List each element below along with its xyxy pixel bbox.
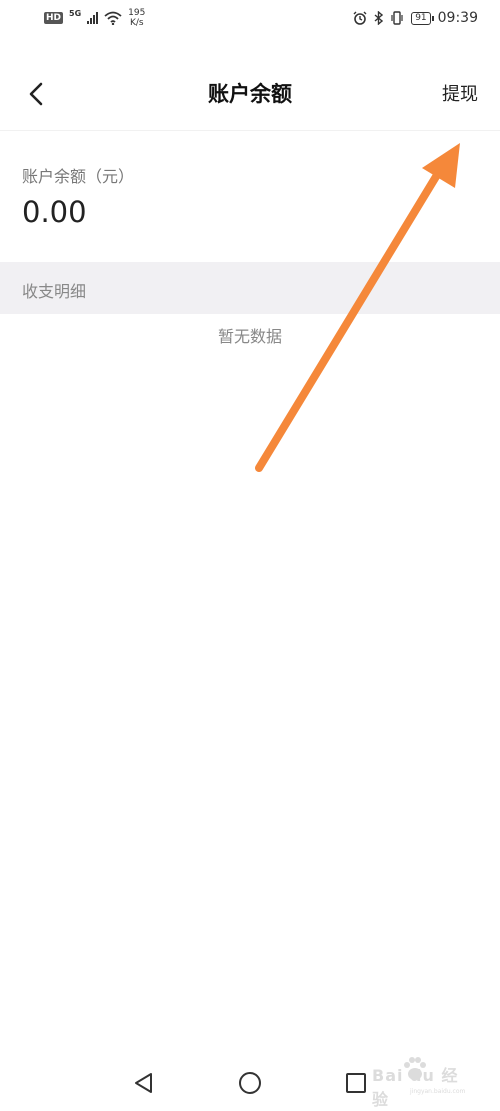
speed-unit: K/s [129, 18, 144, 28]
status-right: 91 09:39 [353, 9, 478, 27]
battery-icon: 91 [411, 11, 435, 25]
baidu-watermark: Bai du 经验 jingyan.baidu.com [370, 1052, 474, 1109]
nav-home-button[interactable] [235, 1068, 265, 1098]
bluetooth-icon [374, 11, 384, 25]
app-header: 账户余额 提现 [0, 56, 500, 130]
status-left: HD 5G 195 K/s [44, 8, 145, 28]
page-title: 账户余额 [208, 82, 292, 106]
alarm-icon [353, 11, 367, 25]
vibrate-icon [391, 11, 403, 25]
transactions-title: 收支明细 [22, 282, 87, 301]
annotation-arrow-head [422, 143, 460, 188]
empty-state-text: 暂无数据 [217, 327, 282, 346]
signal-icon [87, 12, 99, 24]
back-triangle-icon [135, 1073, 152, 1093]
nav-back-button[interactable] [129, 1068, 159, 1098]
status-bar: HD 5G 195 K/s 91 09:39 [0, 0, 500, 36]
nav-recents-button[interactable] [341, 1068, 371, 1098]
speed-value: 195 [128, 8, 146, 18]
withdraw-button[interactable]: 提现 [442, 80, 478, 106]
wifi-icon [104, 11, 122, 25]
watermark-text: Bai du 经验 [372, 1066, 459, 1109]
home-circle-icon [239, 1072, 261, 1094]
annotation-arrow-shaft [255, 166, 444, 472]
header-divider [0, 130, 500, 131]
network-type: 5G [69, 9, 82, 18]
balance-amount: 0.00 [22, 195, 87, 229]
transactions-section-header: 收支明细 [0, 262, 500, 314]
clock: 09:39 [437, 10, 478, 26]
balance-label: 账户余额（元） [22, 167, 135, 186]
network-speed: 195 K/s [128, 8, 145, 28]
watermark-url: jingyan.baidu.com [410, 1088, 466, 1095]
recents-square-icon [346, 1073, 366, 1093]
hd-badge: HD [44, 12, 64, 24]
